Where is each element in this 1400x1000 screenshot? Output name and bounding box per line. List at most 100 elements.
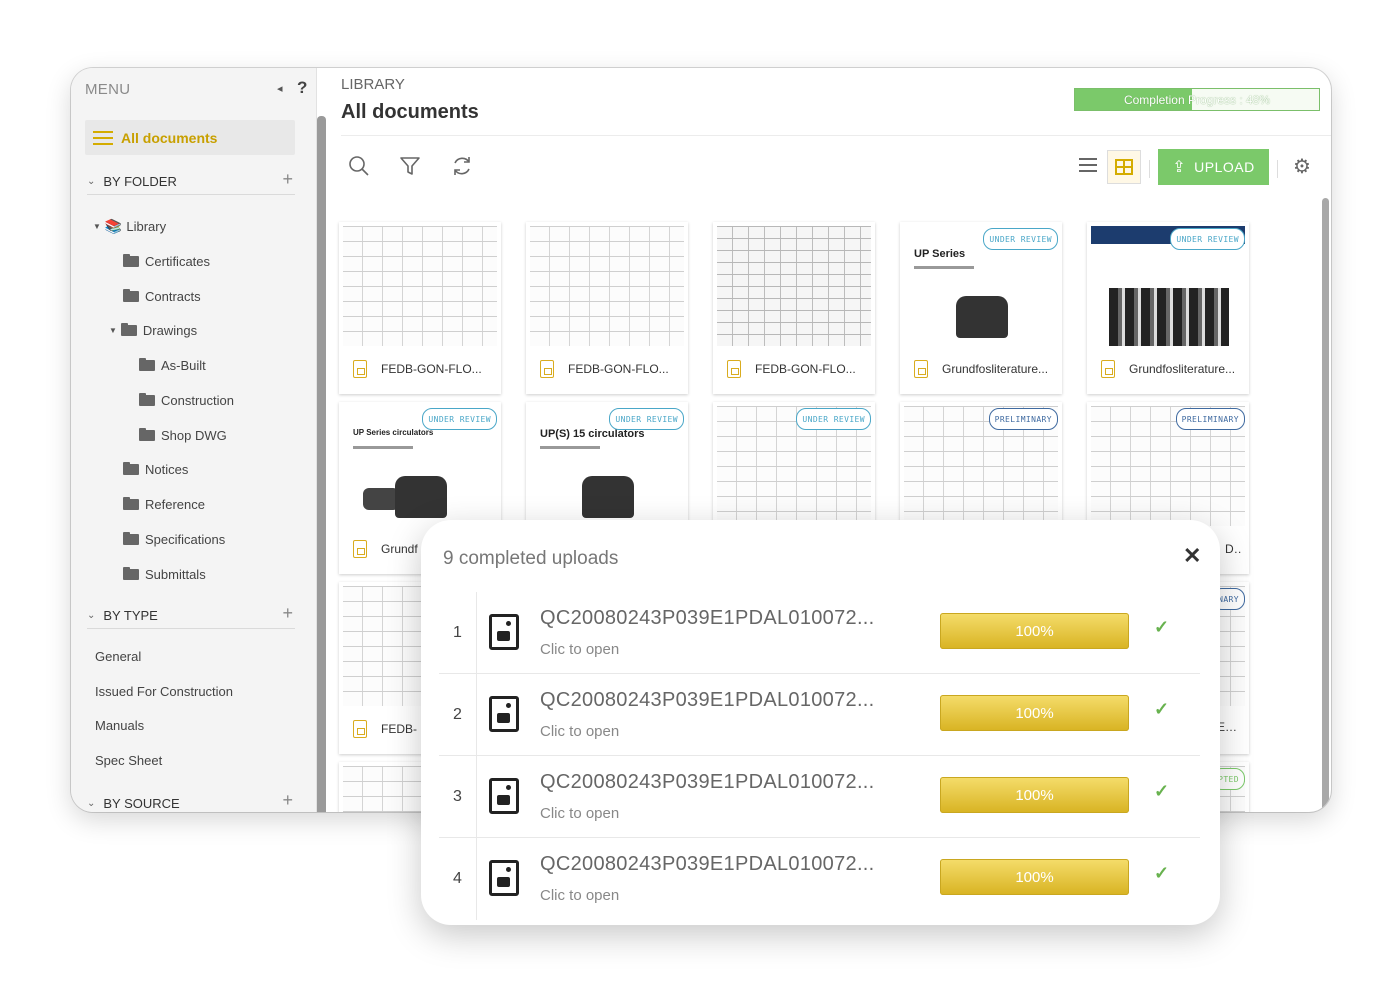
type-item-general[interactable]: General bbox=[95, 649, 141, 664]
help-icon[interactable]: ? bbox=[297, 78, 307, 98]
check-icon: ✓ bbox=[1154, 863, 1170, 883]
image-document-icon bbox=[489, 614, 519, 650]
open-hint[interactable]: Clic to open bbox=[540, 641, 619, 658]
document-card[interactable]: FEDB-GON-FLO... bbox=[526, 222, 688, 394]
page-title: All documents bbox=[341, 101, 479, 123]
tree-item-drawings[interactable]: ▼ Drawings bbox=[109, 320, 197, 340]
add-type-button[interactable]: + bbox=[282, 603, 293, 624]
document-card[interactable]: UP Series UNDER REVIEW Grundfosliteratur… bbox=[900, 222, 1062, 394]
upload-progress-bar: 100% bbox=[940, 777, 1129, 813]
upload-file-name[interactable]: QC20080243P039E1PDAL010072... bbox=[540, 607, 875, 630]
tree-item-shop-dwg[interactable]: Shop DWG bbox=[139, 425, 227, 445]
add-folder-button[interactable]: + bbox=[282, 169, 293, 190]
tree-item-label: Library bbox=[126, 218, 167, 234]
pdf-file-icon bbox=[914, 360, 928, 378]
dialog-title: 9 completed uploads bbox=[443, 548, 619, 569]
gear-icon[interactable]: ⚙ bbox=[1293, 154, 1311, 179]
document-card[interactable]: UNDER REVIEW Grundfosliterature... bbox=[1087, 222, 1249, 394]
row-number: 1 bbox=[439, 592, 477, 674]
tree-item-specifications[interactable]: Specifications bbox=[123, 529, 225, 549]
upload-row[interactable]: 4 QC20080243P039E1PDAL010072... Clic to … bbox=[439, 838, 1200, 920]
type-item-spec-sheet[interactable]: Spec Sheet bbox=[95, 753, 162, 768]
header-divider bbox=[341, 135, 1331, 136]
upload-file-name[interactable]: QC20080243P039E1PDAL010072... bbox=[540, 771, 875, 794]
folder-icon bbox=[123, 288, 139, 302]
upload-row[interactable]: 2 QC20080243P039E1PDAL010072... Clic to … bbox=[439, 674, 1200, 756]
document-name-row: FEDB-GON-FLO... bbox=[353, 360, 493, 378]
document-thumbnail bbox=[343, 226, 497, 346]
tree-item-label: Specifications bbox=[145, 531, 226, 547]
refresh-icon[interactable] bbox=[450, 154, 474, 178]
image-file-icon bbox=[353, 720, 367, 738]
document-name: FEDB- bbox=[381, 722, 417, 736]
row-number: 2 bbox=[439, 674, 477, 756]
document-name: FEDB-GON-FLO... bbox=[381, 362, 482, 376]
document-card[interactable]: FEDB-GON-FLO... bbox=[713, 222, 875, 394]
check-icon: ✓ bbox=[1154, 781, 1170, 801]
check-icon: ✓ bbox=[1154, 617, 1170, 637]
upload-file-name[interactable]: QC20080243P039E1PDAL010072... bbox=[540, 689, 875, 712]
upload-file-name[interactable]: QC20080243P039E1PDAL010072... bbox=[540, 853, 875, 876]
tree-item-submittals[interactable]: Submittals bbox=[123, 564, 206, 584]
upload-label: UPLOAD bbox=[1194, 159, 1255, 175]
tree-item-certificates[interactable]: Certificates bbox=[123, 251, 210, 271]
tree-item-label: Shop DWG bbox=[161, 427, 227, 443]
tree-item-library[interactable]: ▼ 📚 Library bbox=[93, 216, 166, 236]
tree-item-as-built[interactable]: As-Built bbox=[139, 355, 206, 375]
toolbar-separator bbox=[1149, 160, 1150, 178]
check-icon: ✓ bbox=[1154, 699, 1170, 719]
main-scrollbar[interactable] bbox=[1322, 198, 1329, 812]
open-hint[interactable]: Clic to open bbox=[540, 723, 619, 740]
folder-icon bbox=[139, 392, 155, 406]
upload-row[interactable]: 3 QC20080243P039E1PDAL010072... Clic to … bbox=[439, 756, 1200, 838]
grid-view-button[interactable] bbox=[1107, 150, 1141, 184]
document-thumbnail bbox=[717, 226, 871, 346]
status-badge: UNDER REVIEW bbox=[609, 408, 684, 430]
completion-progress-bar: Completion Progress : 48% bbox=[1074, 88, 1320, 111]
thumbnail-title: UP Series circulators bbox=[353, 428, 434, 437]
section-by-source[interactable]: ⌄ BY SOURCE + bbox=[87, 790, 295, 812]
document-name: FEDB-GON-FLO... bbox=[755, 362, 856, 376]
status-badge: UNDER REVIEW bbox=[1170, 228, 1245, 250]
grid-icon bbox=[1115, 159, 1133, 175]
list-view-icon[interactable] bbox=[1079, 158, 1097, 176]
section-by-folder[interactable]: ⌄ BY FOLDER + bbox=[87, 169, 295, 195]
tree-item-label: Reference bbox=[145, 496, 205, 512]
document-thumbnail bbox=[530, 226, 684, 346]
open-hint[interactable]: Clic to open bbox=[540, 805, 619, 822]
status-badge: UNDER REVIEW bbox=[422, 408, 497, 430]
document-name: D... bbox=[1225, 542, 1241, 556]
collapse-icon[interactable]: ◂ bbox=[277, 82, 283, 95]
upload-progress-bar: 100% bbox=[940, 859, 1129, 895]
type-item-issued-for-construction[interactable]: Issued For Construction bbox=[95, 684, 233, 699]
tree-item-notices[interactable]: Notices bbox=[123, 459, 188, 479]
add-source-button[interactable]: + bbox=[282, 790, 293, 811]
filter-icon[interactable] bbox=[398, 154, 422, 178]
folder-icon bbox=[123, 496, 139, 510]
image-document-icon bbox=[489, 696, 519, 732]
row-number: 3 bbox=[439, 756, 477, 838]
section-by-type[interactable]: ⌄ BY TYPE + bbox=[87, 603, 295, 629]
upload-button[interactable]: ⇪ UPLOAD bbox=[1158, 149, 1269, 185]
image-file-icon bbox=[353, 360, 367, 378]
status-badge: PRELIMINARY bbox=[988, 408, 1058, 430]
books-icon: 📚 bbox=[104, 217, 123, 234]
sidebar-item-all-documents[interactable]: All documents bbox=[85, 120, 295, 155]
tree-item-reference[interactable]: Reference bbox=[123, 494, 205, 514]
upload-row[interactable]: 1 QC20080243P039E1PDAL010072... Clic to … bbox=[439, 592, 1200, 674]
search-icon[interactable] bbox=[347, 154, 371, 178]
tree-item-label: As-Built bbox=[161, 357, 206, 373]
folder-icon bbox=[120, 322, 137, 336]
tree-item-construction[interactable]: Construction bbox=[139, 390, 234, 410]
image-document-icon bbox=[489, 860, 519, 896]
upload-progress-bar: 100% bbox=[940, 613, 1129, 649]
sidebar-scrollbar[interactable] bbox=[317, 116, 326, 812]
type-item-manuals[interactable]: Manuals bbox=[95, 718, 144, 733]
breadcrumb[interactable]: LIBRARY bbox=[341, 76, 405, 93]
tree-item-label: Contracts bbox=[145, 288, 201, 304]
document-card[interactable]: FEDB-GON-FLO... bbox=[339, 222, 501, 394]
caret-down-icon: ▼ bbox=[109, 325, 117, 335]
tree-item-contracts[interactable]: Contracts bbox=[123, 286, 201, 306]
close-icon[interactable]: ✕ bbox=[1183, 543, 1201, 569]
open-hint[interactable]: Clic to open bbox=[540, 887, 619, 904]
